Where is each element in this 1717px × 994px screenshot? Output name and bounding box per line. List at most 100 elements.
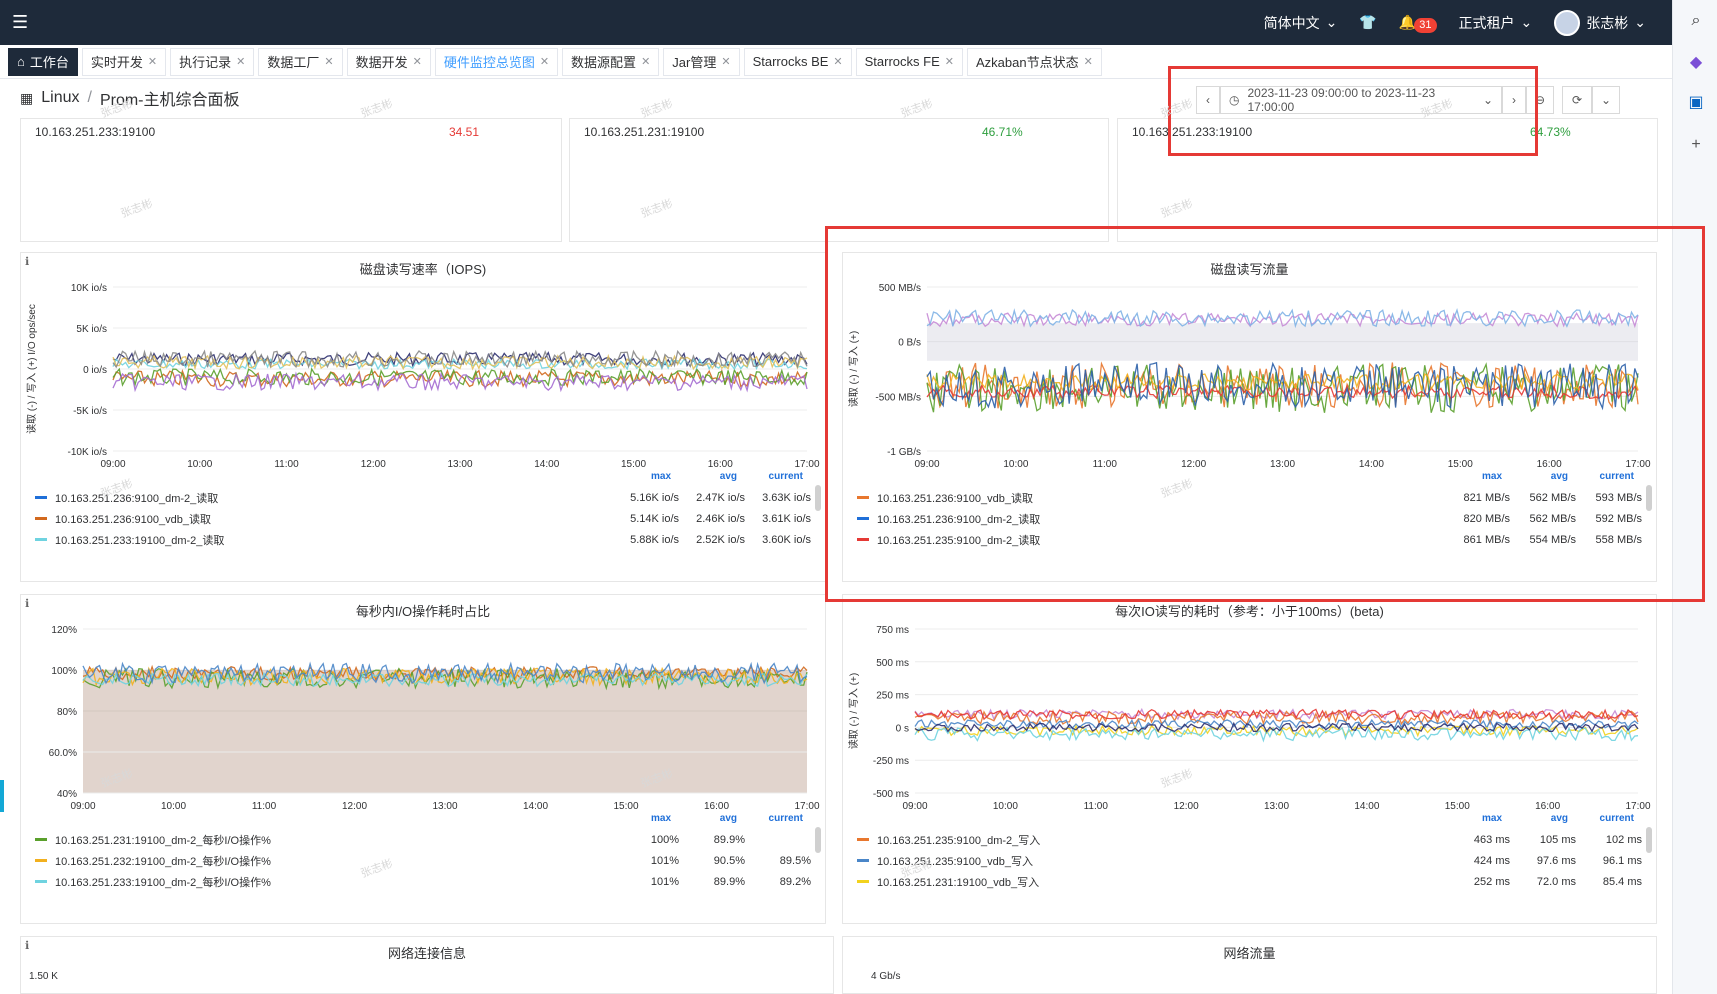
legend-header-max[interactable]: max (651, 813, 671, 824)
legend-row[interactable]: 10.163.251.236:9100_dm-2_读取 5.16K io/s 2.4… (35, 487, 811, 508)
tab-8[interactable]: Starrocks BE ✕ (743, 47, 852, 76)
tab-label: 数据源配置 (571, 55, 637, 70)
time-forward-button[interactable]: › (1502, 86, 1526, 114)
close-icon[interactable]: ✕ (413, 55, 422, 68)
tenant-selector[interactable]: 正式租户 ⌄ (1459, 13, 1533, 33)
tab-6[interactable]: 数据源配置 ✕ (562, 47, 660, 76)
legend-avg: 72.0 ms (1536, 875, 1576, 888)
close-icon[interactable]: ✕ (324, 55, 333, 68)
close-icon[interactable]: ✕ (148, 55, 157, 68)
tab-3[interactable]: 数据工厂 ✕ (258, 47, 343, 76)
close-icon[interactable]: ✕ (721, 55, 730, 68)
legend-header-current[interactable]: current (769, 813, 803, 824)
legend: max avg current 10.163.251.231:19100_dm-2_每… (21, 813, 825, 923)
tab-1[interactable]: 实时开发 ✕ (81, 47, 167, 76)
legend-scrollbar[interactable] (1646, 827, 1652, 853)
close-icon[interactable]: ✕ (945, 55, 954, 68)
legend-scrollbar[interactable] (815, 827, 821, 853)
close-icon[interactable]: ✕ (641, 55, 650, 68)
panel-title: 网络连接信息 (387, 946, 466, 961)
legend-header-avg[interactable]: avg (1551, 813, 1568, 824)
breadcrumb-root[interactable]: Linux (41, 89, 79, 107)
legend-name: 10.163.251.236:9100_vdb_读取 (55, 513, 211, 526)
legend-row[interactable]: 10.163.251.231:19100_vdb_写入 252 ms 72.0 ms… (857, 871, 1642, 892)
legend-max: 100% (650, 833, 679, 846)
legend-scrollbar[interactable] (1646, 485, 1652, 511)
legend-header-avg[interactable]: avg (720, 813, 737, 824)
legend-scrollbar[interactable] (815, 485, 821, 511)
y-axis-title: 读取 (-) / 写入 (+) I/O ops/sec (25, 304, 38, 434)
grid-icon: ▦ (20, 89, 34, 106)
tab-4[interactable]: 数据开发 ✕ (346, 47, 431, 76)
tab-5[interactable]: 硬件监控总览图 ✕ (434, 47, 559, 76)
y-tick-label: -500 ms (873, 789, 909, 800)
legend-header-current[interactable]: current (1600, 471, 1634, 482)
tenant-label: 正式租户 (1458, 14, 1515, 31)
chevron-down-icon: ⌄ (1325, 14, 1338, 30)
tab-7[interactable]: Jar管理 ✕ (663, 47, 740, 76)
legend-row[interactable]: 10.163.251.236:9100_vdb_读取 821 MB/s 562 MB… (857, 487, 1642, 508)
legend-header-max[interactable]: max (1482, 471, 1502, 482)
panel-network-traffic: 网络流量 4 Gb/s (842, 936, 1657, 994)
copilot-icon[interactable]: ◆ (1685, 52, 1707, 74)
legend-name: 10.163.251.235:9100_vdb_写入 (877, 855, 1033, 868)
stat-value: 34.51 (449, 125, 480, 139)
tab-0[interactable]: ⌂ 工作台 (8, 47, 78, 76)
legend-header-max[interactable]: max (1482, 813, 1502, 824)
time-range-picker[interactable]: ◷ 2023-11-23 09:00:00 to 2023-11-23 17:0… (1220, 86, 1502, 114)
legend-row[interactable]: 10.163.251.235:9100_vdb_写入 424 ms 97.6 ms 9… (857, 850, 1642, 871)
close-icon[interactable]: ✕ (540, 55, 549, 68)
legend-swatch (35, 859, 47, 862)
series-area (83, 670, 807, 793)
legend-header-current[interactable]: current (1600, 813, 1634, 824)
chart-latency[interactable]: 750 ms 500 ms 250 ms 0 s -250 ms -500 ms09:00… (843, 595, 1656, 813)
y-tick-label: 40% (57, 789, 77, 800)
chart-throughput[interactable]: 500 MB/s 0 B/s -500 MB/s -1 GB/s09:00 10:00 1… (843, 253, 1656, 471)
close-icon[interactable]: ✕ (236, 55, 245, 68)
outlook-icon[interactable]: ▣ (1685, 92, 1707, 114)
legend-header-max[interactable]: max (651, 471, 671, 482)
legend-row[interactable]: 10.163.251.235:9100_dm-2_写入 463 ms 105 ms 1… (857, 829, 1642, 850)
tab-9[interactable]: Starrocks FE ✕ (855, 47, 963, 76)
x-tick-label: 11:00 (252, 801, 277, 812)
legend-row[interactable]: 10.163.251.235:9100_dm-2_读取 861 MB/s 554 M… (857, 529, 1642, 550)
legend-swatch (857, 880, 869, 883)
panel-io-latency: 每次IO读写的耗时（参考：小于100ms）(beta) 750 ms 500 ms… (842, 594, 1657, 924)
language-selector[interactable]: 简体中文 ⌄ (1264, 13, 1338, 33)
menu-icon[interactable]: ☰ (12, 12, 32, 32)
legend-header-avg[interactable]: avg (720, 471, 737, 482)
legend-current: 3.60K io/s (762, 533, 811, 546)
chart-iops[interactable]: 10K io/s 5K io/s 0 io/s -5K io/s -10K io/s09… (21, 253, 825, 471)
search-icon[interactable]: ⌕ (1685, 10, 1707, 32)
legend-name: 10.163.251.232:19100_dm-2_每秒I/O操作% (55, 855, 271, 868)
legend-row[interactable]: 10.163.251.236:9100_dm-2_读取 820 MB/s 562 M… (857, 508, 1642, 529)
tab-2[interactable]: 执行记录 ✕ (170, 47, 255, 76)
legend-row[interactable]: 10.163.251.233:19100_dm-2_每秒I/O操作% 101% 89… (35, 871, 811, 892)
tab-10[interactable]: Azkaban节点状态 ✕ (966, 47, 1102, 76)
legend-header-current[interactable]: current (769, 471, 803, 482)
tab-bar: ⌂ 工作台 实时开发 ✕ 执行记录 ✕ 数据工厂 ✕ 数据开发 ✕ 硬件监控总览图 ✕ 数据源配置 ✕ Ja… (0, 45, 1672, 79)
refresh-icon[interactable]: ⟳ (1562, 86, 1592, 114)
legend-row[interactable]: 10.163.251.231:19100_dm-2_每秒I/O操作% 100% 89… (35, 829, 811, 850)
panel-disk-throughput: 磁盘读写流量 500 MB/s 0 B/s -500 MB/s -1 GB/s 09:0… (842, 252, 1657, 582)
legend-max: 5.88K io/s (630, 533, 679, 546)
legend-row[interactable]: 10.163.251.232:19100_dm-2_每秒I/O操作% 101% 90… (35, 850, 811, 871)
legend-current: 96.1 ms (1602, 854, 1642, 867)
stat-host: 10.163.251.233:19100 (1132, 125, 1253, 139)
plus-icon[interactable]: + (1685, 134, 1707, 156)
refresh-interval-dropdown[interactable]: ⌄ (1592, 86, 1620, 114)
close-icon[interactable]: ✕ (833, 55, 842, 68)
legend-current: 592 MB/s (1595, 512, 1642, 525)
notifications-button[interactable]: 🔔 31 (1399, 12, 1437, 33)
legend-header-avg[interactable]: avg (1551, 471, 1568, 482)
legend-row[interactable]: 10.163.251.236:9100_vdb_读取 5.14K io/s 2.46… (35, 508, 811, 529)
chart-util[interactable]: 120% 100% 80% 60.0% 40%09:00 10:00 11:00 12:00 1… (21, 595, 825, 813)
legend-swatch (857, 517, 869, 520)
shirt-icon[interactable]: 👕 (1359, 14, 1376, 31)
zoom-out-icon[interactable]: ⊖ (1526, 86, 1554, 114)
close-icon[interactable]: ✕ (1084, 55, 1093, 68)
legend: max avg current 10.163.251.235:9100_dm-2_写入… (843, 813, 1656, 923)
time-back-button[interactable]: ‹ (1196, 86, 1220, 114)
legend-row[interactable]: 10.163.251.233:19100_dm-2_读取 5.88K io/s 2.… (35, 529, 811, 550)
user-menu[interactable]: 张志彬 ⌄ (1554, 9, 1646, 36)
